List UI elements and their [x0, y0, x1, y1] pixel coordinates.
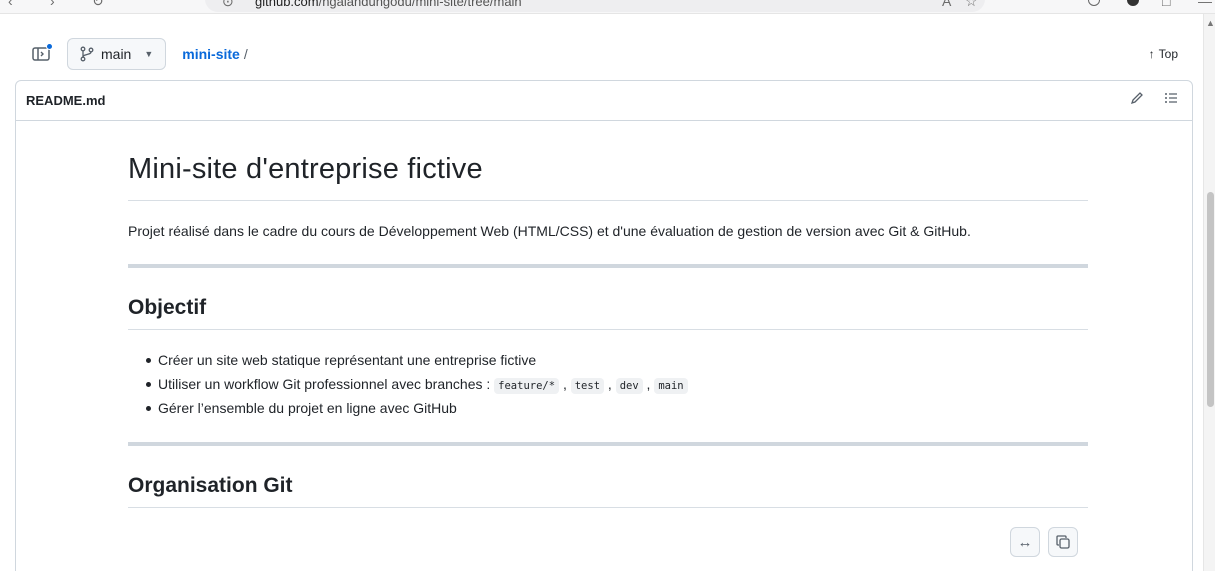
- inline-code: test: [570, 378, 605, 394]
- list-unordered-icon: [1165, 93, 1177, 103]
- list-item: Créer un site web statique représentant …: [128, 350, 1088, 374]
- branch-selector-button[interactable]: main ▼: [67, 38, 167, 70]
- readme-header: README.md: [16, 81, 1192, 121]
- collections-icon[interactable]: □: [1162, 0, 1170, 9]
- copy-button[interactable]: [1048, 527, 1078, 557]
- scroll-up-icon[interactable]: ▲: [1206, 18, 1215, 28]
- inline-code: main: [654, 378, 688, 394]
- section-divider: [128, 442, 1088, 446]
- organisation-heading: Organisation Git: [128, 474, 1088, 508]
- git-branch-icon: [80, 46, 94, 62]
- profile-icon[interactable]: [1127, 0, 1139, 6]
- objectif-list: Créer un site web statique représentant …: [128, 350, 1088, 422]
- readme-content: Mini-site d'entreprise fictive Projet ré…: [128, 139, 1088, 508]
- back-icon[interactable]: ‹: [8, 0, 13, 9]
- read-aloud-icon[interactable]: A: [942, 0, 951, 9]
- intro-paragraph: Projet réalisé dans le cadre du cours de…: [128, 223, 971, 239]
- readme-panel: README.md Mini-site d'entreprise fictive…: [15, 80, 1193, 571]
- breadcrumb-repo-link[interactable]: mini-site: [182, 46, 240, 62]
- left-right-arrow-icon: ↔: [1017, 533, 1033, 551]
- readme-title: Mini-site d'entreprise fictive: [128, 139, 1088, 201]
- forward-icon[interactable]: ›: [50, 0, 55, 9]
- wrap-toggle-button[interactable]: ↔: [1010, 527, 1040, 557]
- copy-icon: [1056, 535, 1070, 549]
- edit-file-button[interactable]: [1130, 91, 1144, 110]
- list-item-text: Utiliser un workflow Git professionnel a…: [158, 376, 495, 392]
- inline-code: dev: [615, 378, 643, 394]
- inline-code: feature/*: [494, 378, 560, 394]
- chevron-down-icon: ▼: [144, 49, 154, 59]
- address-text[interactable]: github.com/ngalandungodu/mini-site/tree/…: [255, 0, 522, 9]
- back-to-top-link[interactable]: ↑ Top: [1149, 47, 1178, 61]
- favorite-star-icon[interactable]: ☆: [965, 0, 978, 10]
- code-block-toolbar: ↔: [1010, 527, 1078, 557]
- list-item: Utiliser un workflow Git professionnel a…: [128, 374, 1088, 398]
- arrow-up-icon: ↑: [1148, 47, 1155, 61]
- pencil-icon: [1130, 92, 1143, 105]
- objectif-heading: Objectif: [128, 296, 1088, 330]
- top-link-label: Top: [1158, 47, 1178, 61]
- notification-dot: [46, 43, 53, 50]
- breadcrumb-separator: /: [243, 46, 248, 62]
- menu-icon[interactable]: —: [1198, 0, 1212, 9]
- browser-toolbar: ‹ › ↻ ⊙ github.com/ngalandungodu/mini-si…: [0, 0, 1215, 14]
- breadcrumb: mini-site /: [182, 46, 247, 62]
- list-item: Gérer l’ensemble du projet en ligne avec…: [128, 398, 1088, 422]
- section-divider: [128, 264, 1088, 268]
- branch-name: main: [101, 46, 132, 62]
- scrollbar-thumb[interactable]: [1207, 192, 1214, 407]
- reload-icon[interactable]: ↻: [92, 0, 104, 10]
- extensions-icon[interactable]: [1088, 0, 1100, 6]
- readme-filename[interactable]: README.md: [26, 93, 105, 108]
- sidepanel-toggle-button[interactable]: [25, 38, 57, 70]
- outline-button[interactable]: [1164, 91, 1178, 110]
- site-info-icon[interactable]: ⊙: [222, 0, 234, 10]
- file-navigation-header: main ▼ mini-site / ↑ Top: [25, 30, 1192, 78]
- page-scrollbar[interactable]: ▲: [1203, 14, 1215, 571]
